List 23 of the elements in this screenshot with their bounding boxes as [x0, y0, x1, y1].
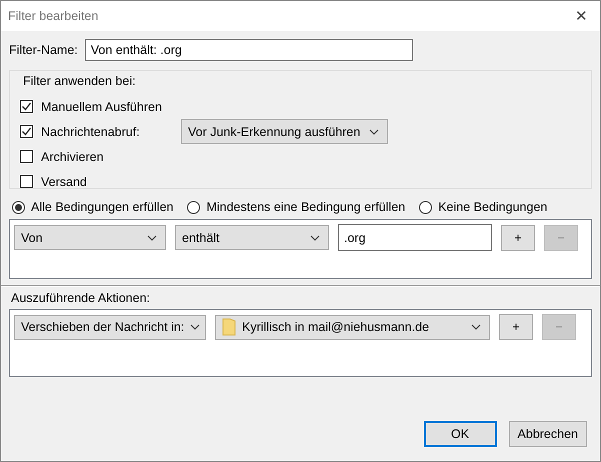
value-field[interactable]: .org — [338, 224, 492, 251]
dialog-button[interactable]: Abbrechen — [508, 421, 587, 447]
checkbox-label: Manuellem Ausführen — [41, 100, 163, 114]
close-button[interactable]: ✕ — [571, 7, 592, 25]
radio-label: Mindestens eine Bedingung erfüllen — [206, 200, 406, 214]
add-button[interactable]: + — [501, 224, 535, 250]
radio-label: Alle Bedingungen erfüllen — [31, 200, 174, 214]
filter-name-field[interactable]: Von enthält: .org — [84, 39, 413, 61]
folder-dropdown[interactable]: Kyrillisch in mail@niehusmann.de — [215, 314, 490, 340]
action-dropdown[interactable]: Verschieben der Nachricht in: — [14, 314, 206, 340]
window-title: Filter bearbeiten — [8, 9, 98, 23]
field-dropdown[interactable]: Von — [14, 225, 166, 250]
dialog-button[interactable]: OK — [424, 421, 497, 447]
checkbox-label: Archivieren — [41, 150, 105, 164]
checkbox-label: Nachrichtenabruf: — [41, 124, 141, 138]
add-button[interactable]: + — [499, 314, 533, 340]
filter-name-label: Filter-Name: — [9, 43, 78, 57]
checkbox-label: Versand — [41, 174, 88, 188]
actions-title: Auszuführende Aktionen: — [11, 291, 151, 305]
dropdown[interactable]: Vor Junk-Erkennung ausführen — [181, 119, 388, 144]
operator-dropdown[interactable]: enthält — [175, 225, 329, 250]
radio-label: Keine Bedingungen — [438, 200, 548, 214]
group-title: Filter anwenden bei: — [23, 74, 136, 88]
